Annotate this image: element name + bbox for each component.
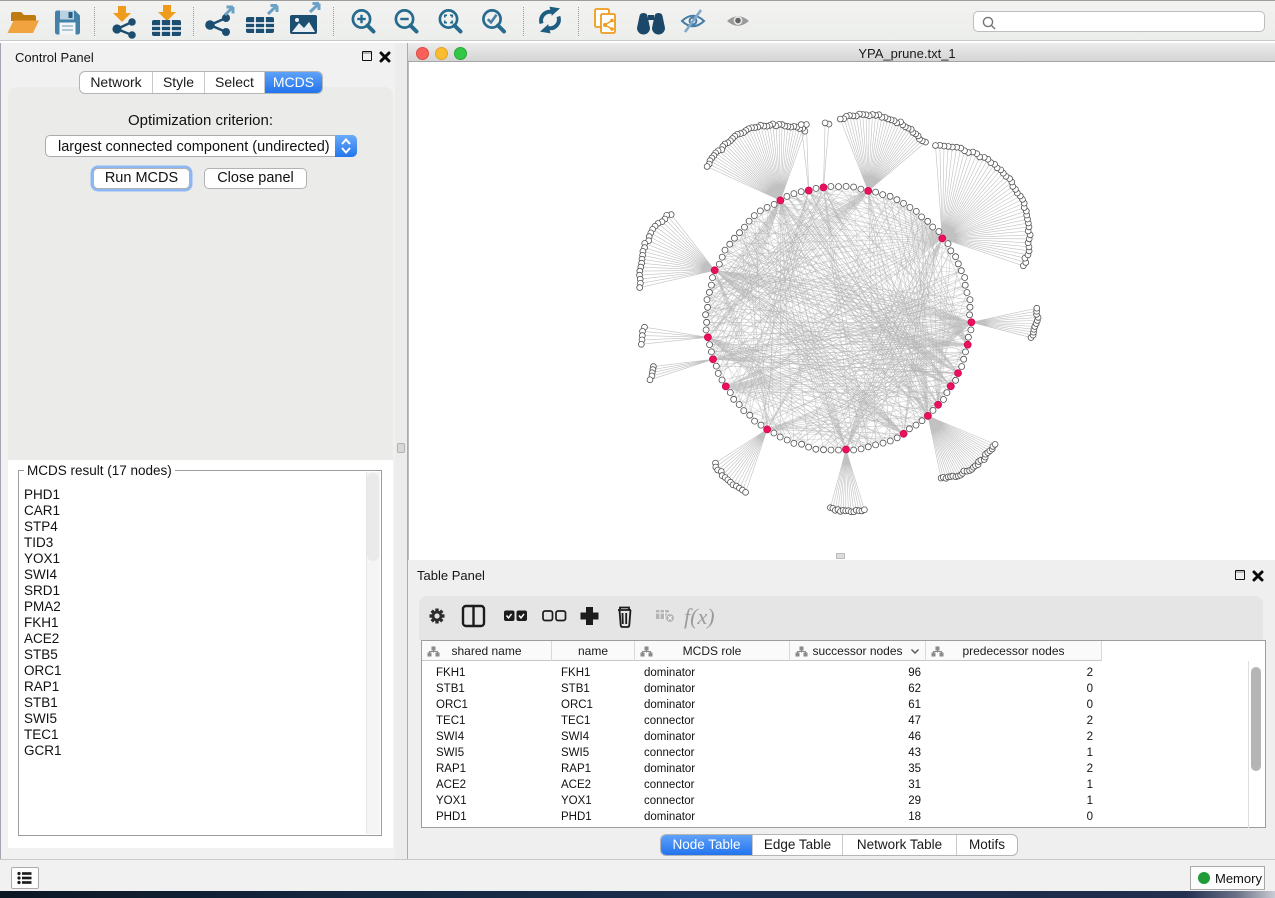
svg-text:f(x): f(x) [684, 604, 715, 629]
